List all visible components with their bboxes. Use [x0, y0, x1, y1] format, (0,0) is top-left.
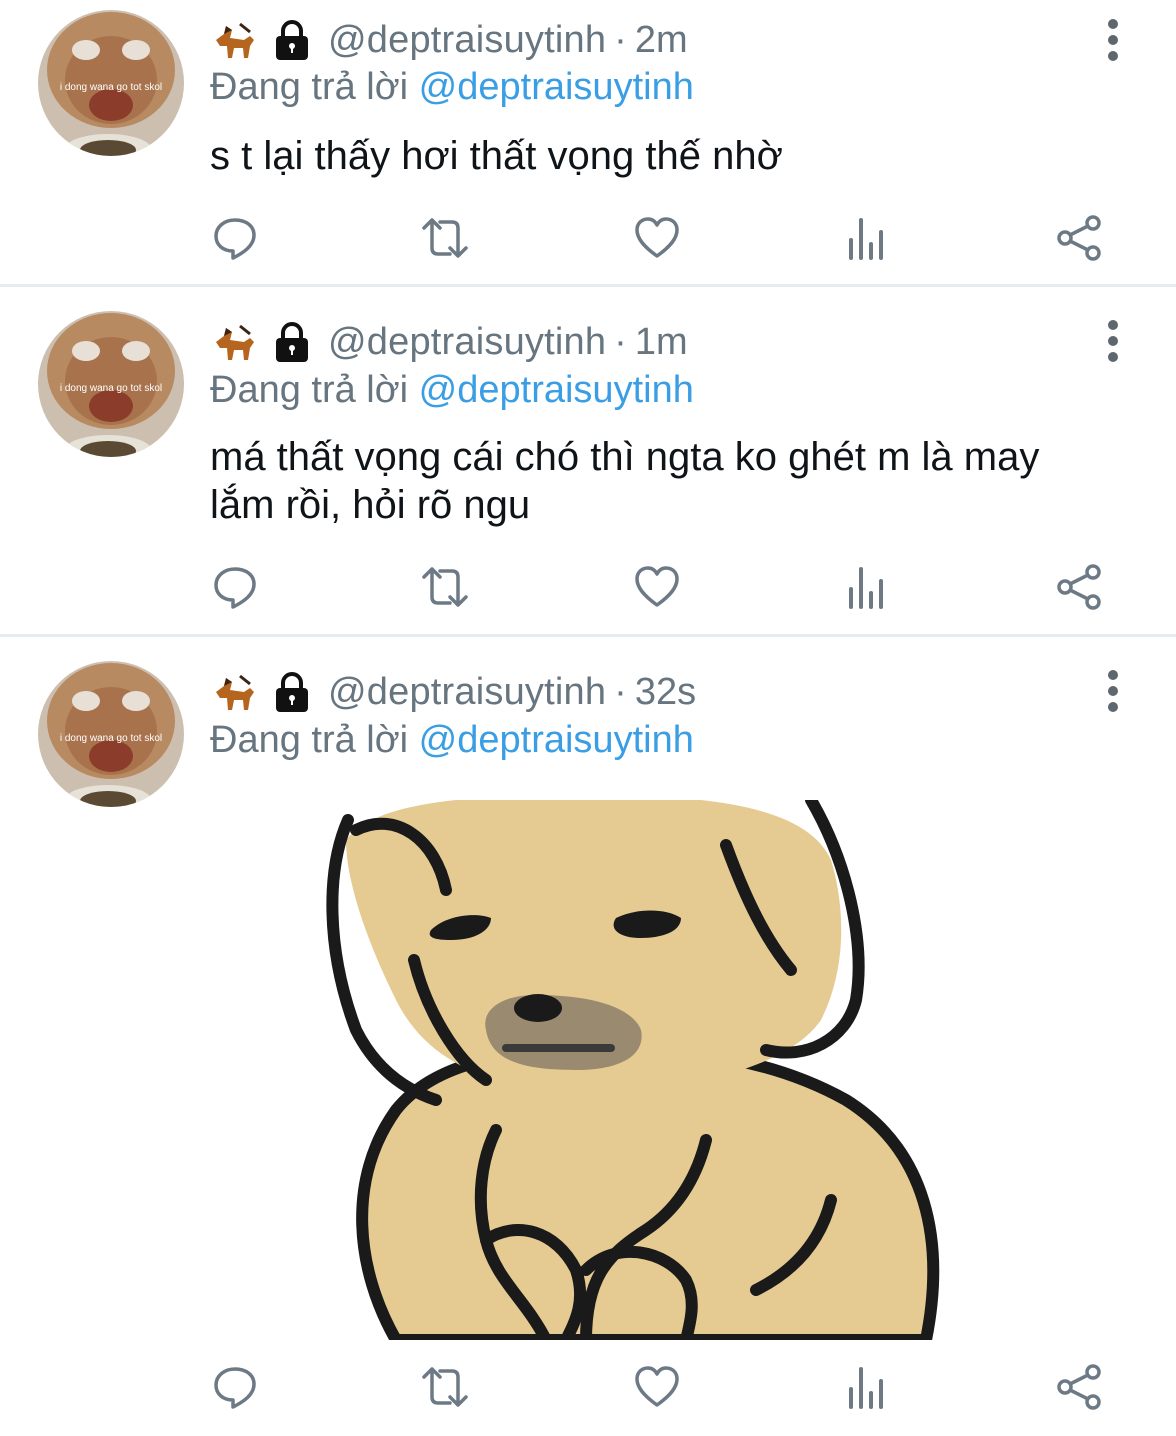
tweet-handle[interactable]: @deptraisuytinh [328, 19, 606, 62]
reply-mention-link[interactable]: @deptraisuytinh [419, 369, 694, 411]
tweet-time[interactable]: 2m [635, 19, 688, 62]
tweet-2[interactable]: i dong wana go tot skol @deptraisuytinh … [0, 287, 1176, 634]
share-button[interactable] [1052, 212, 1106, 264]
dog-emoji-icon [216, 324, 254, 360]
reply-context: Đang trả lời @deptraisuytinh [210, 369, 694, 412]
reply-prefix: Đang trả lời [210, 369, 409, 411]
share-icon [1057, 215, 1101, 261]
avatar-caption: i dong wana go tot skol [60, 82, 162, 93]
reply-icon [214, 567, 256, 609]
share-button[interactable] [1052, 561, 1106, 613]
reply-button[interactable] [208, 212, 262, 264]
reply-context: Đang trả lời @deptraisuytinh [210, 719, 694, 762]
lock-icon [276, 20, 308, 60]
dog-sticker-image [326, 800, 940, 1340]
separator-dot: · [614, 18, 627, 61]
more-vertical-icon[interactable] [1096, 16, 1130, 64]
tweet-header: @deptraisuytinh · 1m [210, 318, 688, 366]
reply-mention-link[interactable]: @deptraisuytinh [419, 66, 694, 108]
avatar-image: i dong wana go tot skol [38, 661, 184, 807]
avatar-image: i dong wana go tot skol [38, 10, 184, 156]
analytics-button[interactable] [840, 212, 894, 264]
reply-button[interactable] [208, 561, 262, 613]
avatar[interactable]: i dong wana go tot skol [38, 661, 184, 807]
lock-icon [276, 672, 308, 712]
tweet-handle[interactable]: @deptraisuytinh [328, 671, 606, 714]
tweet-actions [208, 212, 1108, 264]
reply-icon [214, 218, 256, 260]
avatar-caption: i dong wana go tot skol [60, 733, 162, 744]
tweet-text: má thất vọng cái chó thì ngta ko ghét m … [210, 435, 1040, 527]
analytics-icon [849, 1367, 883, 1409]
like-button[interactable] [630, 212, 684, 264]
separator-dot: · [614, 670, 627, 713]
reply-prefix: Đang trả lời [210, 66, 409, 108]
avatar-image: i dong wana go tot skol [38, 311, 184, 457]
like-button[interactable] [630, 561, 684, 613]
avatar[interactable]: i dong wana go tot skol [38, 10, 184, 156]
analytics-button[interactable] [840, 1361, 894, 1413]
heart-icon [635, 1366, 679, 1407]
heart-icon [635, 566, 679, 607]
dog-emoji-icon [216, 22, 254, 58]
reply-prefix: Đang trả lời [210, 719, 409, 761]
avatar-caption: i dong wana go tot skol [60, 383, 162, 394]
more-vertical-icon[interactable] [1096, 667, 1130, 715]
retweet-icon [422, 1367, 468, 1407]
tweet-media-image[interactable] [286, 800, 976, 1340]
dog-emoji-icon [216, 674, 254, 710]
retweet-button[interactable] [418, 212, 472, 264]
retweet-button[interactable] [418, 561, 472, 613]
tweet-time[interactable]: 32s [635, 671, 696, 714]
analytics-icon [849, 218, 883, 260]
reply-icon [214, 1367, 256, 1409]
retweet-button[interactable] [418, 1361, 472, 1413]
tweet-header: @deptraisuytinh · 32s [210, 668, 696, 716]
share-button[interactable] [1052, 1361, 1106, 1413]
more-vertical-icon[interactable] [1096, 317, 1130, 365]
share-icon [1057, 1364, 1101, 1410]
tweet-1[interactable]: i dong wana go tot skol @deptraisuytinh … [0, 0, 1176, 284]
reply-button[interactable] [208, 1361, 262, 1413]
like-button[interactable] [630, 1361, 684, 1413]
separator-dot: · [614, 320, 627, 363]
analytics-icon [849, 567, 883, 609]
tweet-actions [208, 561, 1108, 613]
reply-context: Đang trả lời @deptraisuytinh [210, 66, 694, 109]
tweet-text: s t lại thấy hơi thất vọng thế nhờ [210, 134, 783, 178]
share-icon [1057, 564, 1101, 610]
reply-mention-link[interactable]: @deptraisuytinh [419, 719, 694, 761]
tweet-handle[interactable]: @deptraisuytinh [328, 321, 606, 364]
retweet-icon [422, 218, 468, 258]
tweet-header: @deptraisuytinh · 2m [210, 16, 688, 64]
avatar[interactable]: i dong wana go tot skol [38, 311, 184, 457]
tweet-time[interactable]: 1m [635, 321, 688, 364]
retweet-icon [422, 567, 468, 607]
heart-icon [635, 217, 679, 258]
lock-icon [276, 322, 308, 362]
analytics-button[interactable] [840, 561, 894, 613]
tweet-actions [208, 1361, 1108, 1413]
